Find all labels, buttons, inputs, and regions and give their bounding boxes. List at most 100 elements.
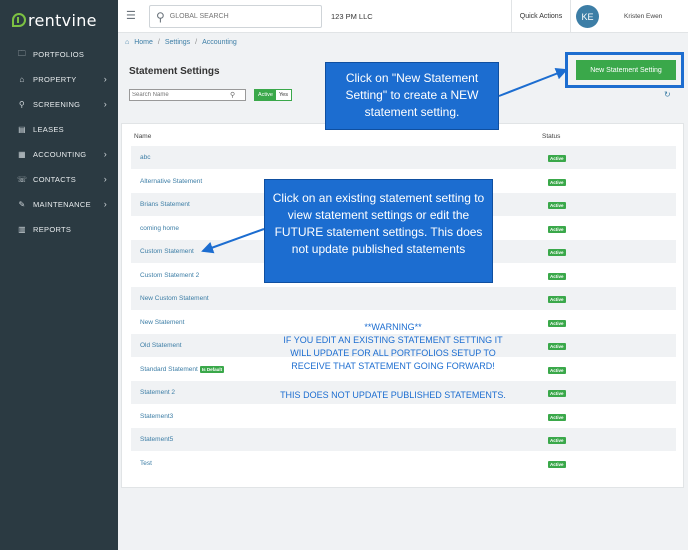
breadcrumb-settings[interactable]: Settings bbox=[165, 39, 190, 46]
status-badge: Active bbox=[548, 178, 566, 186]
home-icon: ⌂ bbox=[19, 75, 25, 84]
statement-name: abc bbox=[140, 154, 151, 161]
sidebar-item-label: LEASES bbox=[33, 125, 64, 134]
sidebar-item-accounting[interactable]: ▦ ACCOUNTING › bbox=[0, 142, 118, 167]
status-badge: Active bbox=[548, 413, 566, 421]
statement-name: Alternative Statement bbox=[140, 177, 203, 185]
sidebar-item-label: CONTACTS bbox=[33, 175, 77, 184]
statement-name-link[interactable]: Test bbox=[140, 460, 152, 467]
status-badge: Active bbox=[548, 366, 566, 374]
leaf-icon bbox=[12, 13, 26, 27]
status-badge: Active bbox=[548, 296, 566, 303]
breadcrumb-home[interactable]: Home bbox=[134, 39, 153, 46]
page-title: Statement Settings bbox=[129, 66, 220, 77]
arrow-to-new-button bbox=[498, 68, 568, 97]
callout-existing-setting: Click on an existing statement setting t… bbox=[264, 179, 493, 283]
statement-name: Standard Statement bbox=[140, 365, 198, 373]
contacts-icon: ☏ bbox=[17, 175, 28, 184]
new-statement-setting-button[interactable]: New Statement Setting bbox=[576, 60, 676, 80]
sidebar: rentvine 🗀 PORTFOLIOS ⌂ PROPERTY › ⚲ SCREENING… bbox=[0, 0, 118, 550]
global-search[interactable]: ⚲ bbox=[149, 5, 322, 28]
chevron-right-icon: › bbox=[103, 149, 107, 159]
sidebar-item-label: ACCOUNTING bbox=[33, 150, 87, 159]
toggle-active[interactable]: Active bbox=[255, 90, 276, 100]
table-row[interactable]: Statement5 Active bbox=[131, 428, 676, 451]
sidebar-item-label: MAINTENANCE bbox=[33, 200, 91, 209]
statement-name-link[interactable]: New Custom Statement bbox=[140, 295, 209, 302]
breadcrumb-accounting[interactable]: Accounting bbox=[202, 39, 237, 46]
refresh-icon[interactable]: ↻ bbox=[664, 90, 671, 99]
chevron-right-icon: › bbox=[103, 74, 107, 84]
sidebar-item-portfolios[interactable]: 🗀 PORTFOLIOS bbox=[0, 42, 118, 67]
document-icon: ▤ bbox=[18, 125, 26, 134]
avatar[interactable]: KE bbox=[576, 5, 599, 28]
statement-name-link[interactable]: Statement 2 bbox=[140, 389, 175, 396]
user-name[interactable]: Kristen Ewen bbox=[624, 13, 662, 20]
name-search[interactable]: ⚲ bbox=[129, 89, 246, 101]
brand-name: rentvine bbox=[28, 10, 97, 30]
column-header-status[interactable]: Status bbox=[542, 133, 560, 140]
sidebar-item-label: REPORTS bbox=[33, 225, 72, 234]
chevron-right-icon: › bbox=[103, 199, 107, 209]
table-row[interactable]: New Custom Statement Active bbox=[131, 287, 676, 310]
statement-name-link[interactable]: New Statement bbox=[140, 319, 184, 326]
search-icon: ⚲ bbox=[156, 9, 165, 24]
sidebar-item-reports[interactable]: ▥ REPORTS bbox=[0, 217, 118, 242]
warning-text: **WARNING** IF YOU EDIT AN EXISTING STAT… bbox=[238, 321, 548, 373]
statement-name-link[interactable]: Statement5 bbox=[140, 436, 173, 443]
column-header-name[interactable]: Name bbox=[134, 133, 151, 140]
quick-actions-button[interactable]: Quick Actions bbox=[511, 0, 571, 33]
sidebar-item-contacts[interactable]: ☏ CONTACTS › bbox=[0, 167, 118, 192]
table-row[interactable]: Statement3 Active bbox=[131, 405, 676, 428]
name-search-input[interactable] bbox=[130, 92, 230, 98]
search-icon: ⚲ bbox=[230, 92, 236, 99]
table-row[interactable]: Test Active bbox=[131, 452, 676, 475]
toggle-yes[interactable]: Yes bbox=[275, 90, 291, 100]
status-badge: Active bbox=[548, 319, 566, 327]
statement-name-link[interactable]: Alternative Statement bbox=[140, 178, 202, 185]
company-name[interactable]: 123 PM LLC bbox=[331, 12, 373, 21]
statement-name-link[interactable]: Statement3 bbox=[140, 413, 173, 420]
new-button-highlight: New Statement Setting bbox=[565, 52, 684, 88]
statement-name-link[interactable]: Custom Statement 2 bbox=[140, 272, 199, 279]
warning-line: RECEIVE THAT STATEMENT GOING FORWARD! bbox=[291, 361, 495, 371]
statement-settings-table: Name Status abc Active Alternative Stateme… bbox=[121, 123, 684, 488]
status-badge: Active bbox=[548, 343, 566, 350]
statement-name: Statement 2 bbox=[140, 389, 176, 396]
topbar: ☰ ⚲ 123 PM LLC Quick Actions KE Kristen … bbox=[118, 0, 688, 33]
statement-name-link[interactable]: Standard Statement Is Default bbox=[140, 365, 225, 373]
statement-name-link[interactable]: Old Statement bbox=[140, 342, 182, 349]
breadcrumb: ⌂ Home / Settings / Accounting bbox=[125, 39, 237, 46]
statement-name-link[interactable]: Custom Statement bbox=[140, 248, 194, 255]
statement-name: Test bbox=[140, 459, 152, 467]
warning-line: WILL UPDATE FOR ALL PORTFOLIOS SETUP TO bbox=[290, 348, 496, 358]
menu-icon[interactable]: ☰ bbox=[126, 9, 136, 22]
search-icon: ⚲ bbox=[18, 100, 26, 109]
rentvine-logo[interactable]: rentvine bbox=[12, 9, 97, 31]
global-search-input[interactable] bbox=[169, 13, 300, 20]
statement-name: Custom Statement 2 bbox=[140, 271, 200, 279]
chevron-right-icon: › bbox=[103, 99, 107, 109]
warning-line: **WARNING** bbox=[364, 322, 422, 332]
chevron-right-icon: › bbox=[103, 174, 107, 184]
statement-name-link[interactable]: Brians Statement bbox=[140, 201, 190, 208]
active-toggle[interactable]: Active Yes bbox=[254, 89, 292, 101]
status-badge: Active bbox=[548, 437, 566, 444]
status-badge: Active bbox=[548, 460, 566, 468]
sidebar-item-maintenance[interactable]: ✎ MAINTENANCE › bbox=[0, 192, 118, 217]
wrench-icon: ✎ bbox=[18, 200, 26, 209]
sidebar-item-screening[interactable]: ⚲ SCREENING › bbox=[0, 92, 118, 117]
warning-line: IF YOU EDIT AN EXISTING STATEMENT SETTIN… bbox=[283, 335, 503, 345]
chart-icon: ▥ bbox=[18, 225, 26, 234]
status-badge: Active bbox=[548, 390, 566, 397]
statement-name: coming home bbox=[140, 224, 180, 232]
sidebar-item-label: SCREENING bbox=[33, 100, 81, 109]
statement-name: New Statement bbox=[140, 318, 185, 326]
home-icon: ⌂ bbox=[125, 39, 130, 46]
sidebar-item-property[interactable]: ⌂ PROPERTY › bbox=[0, 67, 118, 92]
statement-name: Custom Statement bbox=[140, 248, 194, 255]
statement-name-link[interactable]: coming home bbox=[140, 225, 179, 232]
statement-name-link[interactable]: abc bbox=[140, 154, 150, 161]
table-row[interactable]: abc Active bbox=[131, 146, 676, 169]
sidebar-item-leases[interactable]: ▤ LEASES bbox=[0, 117, 118, 142]
